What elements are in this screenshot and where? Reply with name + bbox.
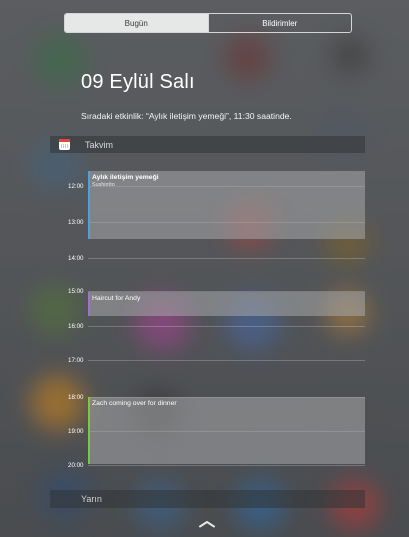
calendar-event[interactable]: Zach coming over for dinner — [88, 397, 365, 464]
next-event-summary: Sıradaki etkinlik: “Aylık iletişim yemeğ… — [81, 111, 292, 121]
hour-label: 12:00 — [68, 183, 84, 190]
hour-line — [88, 326, 365, 327]
hour-line — [88, 258, 365, 259]
event-color-bar — [88, 171, 90, 239]
calendar-event[interactable]: Aylık iletişim yemeği Sushirrito — [88, 171, 365, 239]
hour-label: 18:00 — [68, 394, 84, 401]
hour-line — [88, 465, 365, 466]
tab-today[interactable]: Bugün — [65, 14, 208, 32]
calendar-event[interactable]: Haircut for Andy — [88, 292, 365, 316]
tomorrow-section-header[interactable]: Yarın — [50, 490, 365, 508]
hour-line — [88, 360, 365, 361]
chevron-up-icon[interactable] — [199, 520, 215, 528]
view-segmented-control: Bugün Bildirimler — [64, 13, 352, 33]
event-color-bar — [88, 292, 90, 316]
hour-label: 17:00 — [68, 357, 84, 364]
tab-notifications[interactable]: Bildirimler — [207, 14, 352, 32]
event-color-bar — [88, 397, 90, 464]
calendar-section-header[interactable]: Takvim — [50, 136, 365, 153]
hour-label: 16:00 — [68, 323, 84, 330]
hour-label: 20:00 — [68, 462, 84, 469]
hour-label: 14:00 — [68, 255, 84, 262]
event-title: Haircut for Andy — [92, 295, 141, 302]
calendar-section-label: Takvim — [85, 139, 114, 150]
event-location: Sushirrito — [92, 182, 115, 188]
hour-label: 13:00 — [68, 219, 84, 226]
event-title: Zach coming over for dinner — [92, 400, 177, 407]
hour-label: 19:00 — [68, 428, 84, 435]
calendar-icon — [59, 139, 70, 150]
date-heading: 09 Eylül Salı — [81, 71, 195, 93]
hour-label: 15:00 — [68, 288, 84, 295]
event-title: Aylık iletişim yemeği — [92, 174, 159, 181]
